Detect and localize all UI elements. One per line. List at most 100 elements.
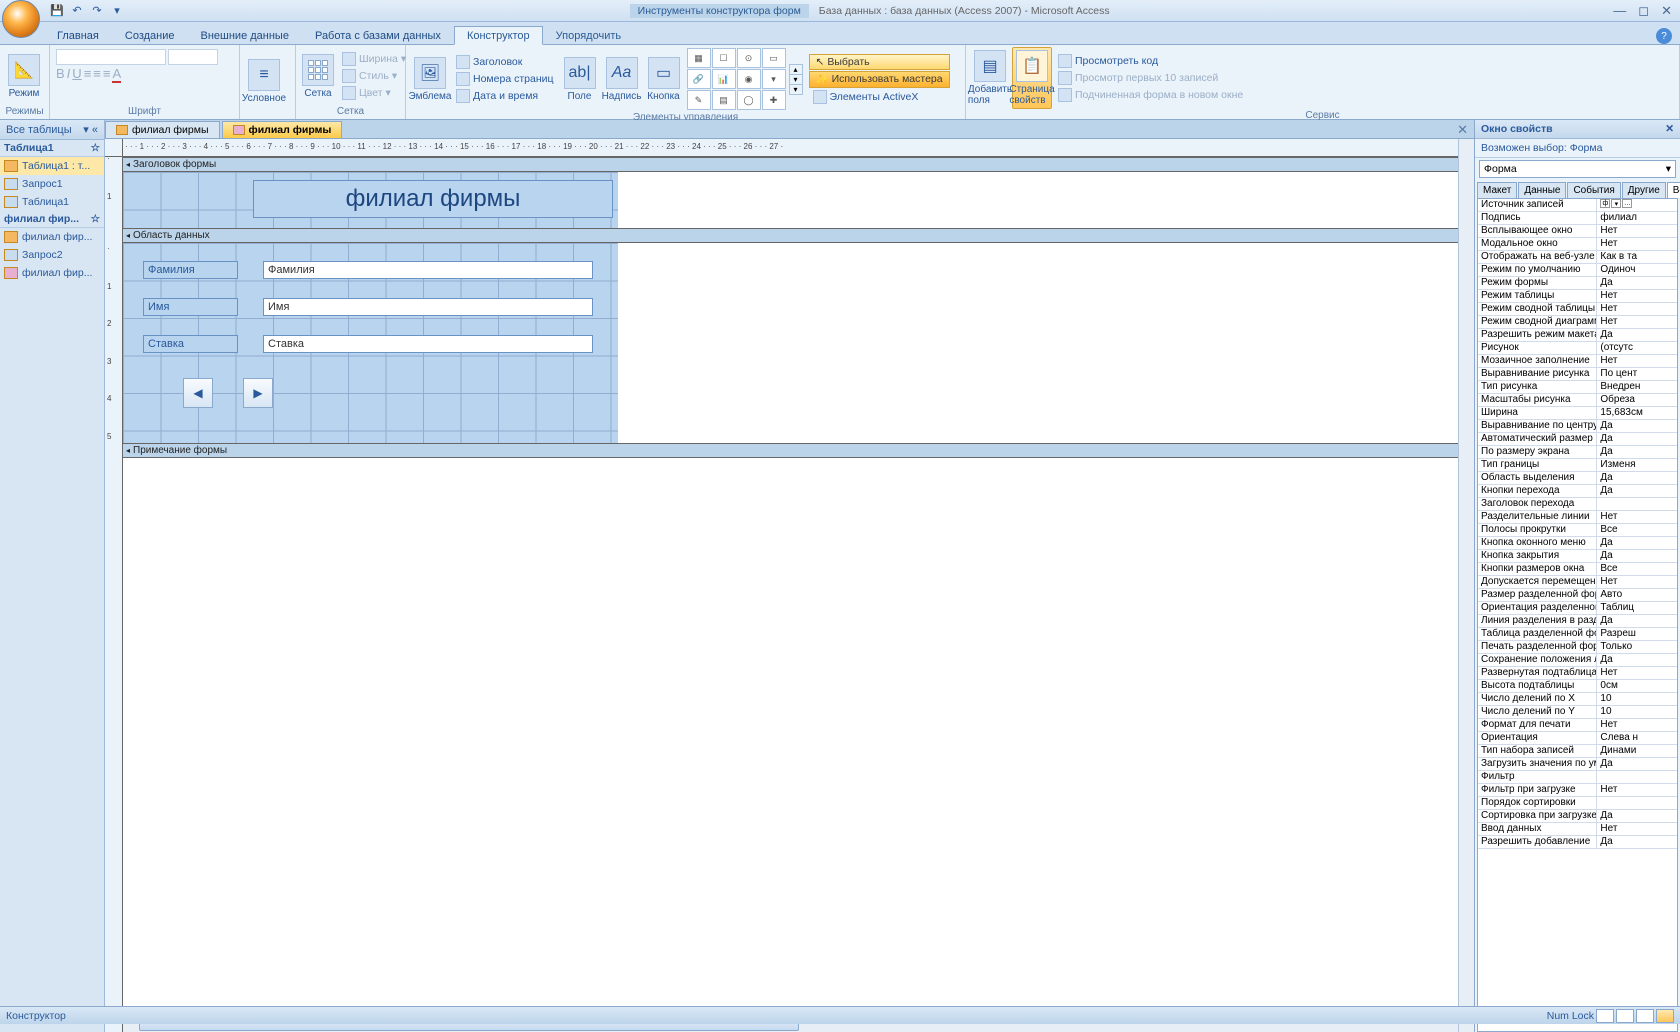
view-design-icon[interactable] [1656, 1009, 1674, 1023]
view-code-button[interactable]: Просмотреть код [1054, 53, 1247, 69]
label-firstname[interactable]: Имя [143, 298, 238, 316]
prop-row[interactable]: Линия разделения в разделенной фДа [1478, 615, 1677, 628]
section-detail[interactable]: Область данных [123, 228, 1458, 243]
next-record-button[interactable]: ▶ [243, 378, 273, 408]
ps-tab-layout[interactable]: Макет [1477, 182, 1517, 198]
propsheet-selector[interactable]: Форма▾ [1479, 160, 1676, 178]
nav-item-table1b[interactable]: Таблица1 [0, 193, 104, 211]
activex-button[interactable]: Элементы ActiveX [809, 89, 950, 105]
nav-item-filial-form[interactable]: филиал фир... [0, 264, 104, 282]
prop-row[interactable]: Разделительные линииНет [1478, 511, 1677, 524]
ps-tab-other[interactable]: Другие [1622, 182, 1666, 198]
prop-row[interactable]: По размеру экранаДа [1478, 446, 1677, 459]
prop-row[interactable]: Режим формыДа [1478, 277, 1677, 290]
prop-row[interactable]: Режим сводной диаграммыНет [1478, 316, 1677, 329]
propsheet-close-icon[interactable]: ✕ [1665, 123, 1674, 135]
prop-row[interactable]: Выравнивание по центруДа [1478, 420, 1677, 433]
prop-row[interactable]: Мозаичное заполнениеНет [1478, 355, 1677, 368]
nav-item-query1[interactable]: Запрос1 [0, 175, 104, 193]
label-lastname[interactable]: Фамилия [143, 261, 238, 279]
ps-tab-events[interactable]: События [1567, 182, 1620, 198]
nav-group-filial[interactable]: филиал фир...☆ [0, 211, 104, 228]
minimize-icon[interactable]: — [1613, 3, 1626, 19]
button-control[interactable]: ▭Кнопка [644, 55, 684, 104]
pagenum-button[interactable]: Номера страниц [452, 71, 558, 87]
datetime-button[interactable]: Дата и время [452, 88, 558, 104]
prop-row[interactable]: Подписьфилиал [1478, 212, 1677, 225]
prop-row[interactable]: Источник записейф▾… [1478, 199, 1677, 212]
prop-row[interactable]: Режим по умолчаниюОдиноч [1478, 264, 1677, 277]
prop-row[interactable]: Число делений по Y10 [1478, 706, 1677, 719]
prop-row[interactable]: Сортировка при загрузкеДа [1478, 810, 1677, 823]
tab-create[interactable]: Создание [112, 26, 188, 44]
prop-row[interactable]: Выравнивание рисункаПо цент [1478, 368, 1677, 381]
section-form-header[interactable]: Заголовок формы [123, 157, 1458, 172]
prop-row[interactable]: Таблица разделенной формыРазреш [1478, 628, 1677, 641]
view-layout-icon[interactable] [1636, 1009, 1654, 1023]
prop-row[interactable]: Модальное окноНет [1478, 238, 1677, 251]
prop-row[interactable]: Порядок сортировки [1478, 797, 1677, 810]
tab-arrange[interactable]: Упорядочить [543, 26, 634, 44]
tab-home[interactable]: Главная [44, 26, 112, 44]
prop-row[interactable]: Ширина15,683см [1478, 407, 1677, 420]
view-form-icon[interactable] [1596, 1009, 1614, 1023]
design-surface[interactable]: Заголовок формы филиал фирмы Область дан… [123, 157, 1458, 1016]
textbox-rate[interactable]: Ставка [263, 335, 593, 353]
section-form-footer[interactable]: Примечание формы [123, 443, 1458, 458]
tab-external-data[interactable]: Внешние данные [188, 26, 302, 44]
propsheet-grid[interactable]: Источник записейф▾…ПодписьфилиалВсплываю… [1477, 199, 1678, 1032]
form-title-label[interactable]: филиал фирмы [253, 180, 613, 218]
prop-row[interactable]: Размер разделенной формыАвто [1478, 589, 1677, 602]
prop-row[interactable]: Тип рисункаВнедрен [1478, 381, 1677, 394]
use-wizards-button[interactable]: ✨Использовать мастера [809, 71, 950, 88]
logo-button[interactable]: 🖼Эмблема [410, 55, 450, 104]
vertical-scrollbar[interactable] [1458, 139, 1474, 1032]
prop-row[interactable]: Всплывающее окноНет [1478, 225, 1677, 238]
redo-icon[interactable]: ↷ [88, 2, 106, 20]
prop-row[interactable]: Разрешить добавлениеДа [1478, 836, 1677, 849]
prop-row[interactable]: Тип границыИзменя [1478, 459, 1677, 472]
prop-row[interactable]: Область выделенияДа [1478, 472, 1677, 485]
prop-row[interactable]: Режим сводной таблицыНет [1478, 303, 1677, 316]
prop-row[interactable]: Кнопки переходаДа [1478, 485, 1677, 498]
maximize-icon[interactable]: ◻ [1638, 3, 1649, 19]
doc-close-icon[interactable]: ✕ [1457, 122, 1468, 138]
view-datasheet-icon[interactable] [1616, 1009, 1634, 1023]
prop-row[interactable]: Печать разделенной формыТолько [1478, 641, 1677, 654]
prop-row[interactable]: Фильтр [1478, 771, 1677, 784]
label-button[interactable]: AaНадпись [602, 55, 642, 104]
add-fields-button[interactable]: ▤Добавить поля [970, 48, 1010, 108]
header-button[interactable]: Заголовок [452, 54, 558, 70]
doctab-filial-2[interactable]: филиал фирмы [222, 121, 343, 138]
close-icon[interactable]: ✕ [1661, 3, 1672, 19]
prop-row[interactable]: Развернутая подтаблицаНет [1478, 667, 1677, 680]
prop-row[interactable]: Кнопка закрытияДа [1478, 550, 1677, 563]
prop-row[interactable]: Сохранение положения линии разДа [1478, 654, 1677, 667]
prop-row[interactable]: Высота подтаблицы0см [1478, 680, 1677, 693]
prop-row[interactable]: Автоматический размерДа [1478, 433, 1677, 446]
undo-icon[interactable]: ↶ [68, 2, 86, 20]
grid-color[interactable]: Цвет ▾ [338, 85, 410, 101]
nav-item-table1[interactable]: Таблица1 : т... [0, 157, 104, 175]
prop-row[interactable]: Ввод данныхНет [1478, 823, 1677, 836]
prop-row[interactable]: Рисунок(отсутс [1478, 342, 1677, 355]
doctab-filial-1[interactable]: филиал фирмы [105, 121, 220, 138]
conditional-button[interactable]: ≡ Условное [244, 57, 284, 106]
prop-row[interactable]: Кнопка оконного менюДа [1478, 537, 1677, 550]
prop-row[interactable]: Полосы прокруткиВсе [1478, 524, 1677, 537]
prop-row[interactable]: Масштабы рисункаОбреза [1478, 394, 1677, 407]
ps-tab-all[interactable]: Все [1667, 182, 1680, 198]
grid-width[interactable]: Ширина ▾ [338, 51, 410, 67]
nav-item-query2[interactable]: Запрос2 [0, 246, 104, 264]
view-mode-button[interactable]: 📐 Режим [4, 52, 44, 101]
ps-tab-data[interactable]: Данные [1518, 182, 1566, 198]
label-rate[interactable]: Ставка [143, 335, 238, 353]
gallery-down-icon[interactable]: ▾ [790, 74, 802, 84]
save-icon[interactable]: 💾 [48, 2, 66, 20]
prop-row[interactable]: Ориентация разделенной формыТаблиц [1478, 602, 1677, 615]
prop-row[interactable]: Разрешить режим макетаДа [1478, 329, 1677, 342]
prop-row[interactable]: Тип набора записейДинами [1478, 745, 1677, 758]
prop-row[interactable]: Кнопки размеров окнаВсе [1478, 563, 1677, 576]
prop-row[interactable]: Заголовок перехода [1478, 498, 1677, 511]
gallery-more-icon[interactable]: ▾ [790, 84, 802, 94]
